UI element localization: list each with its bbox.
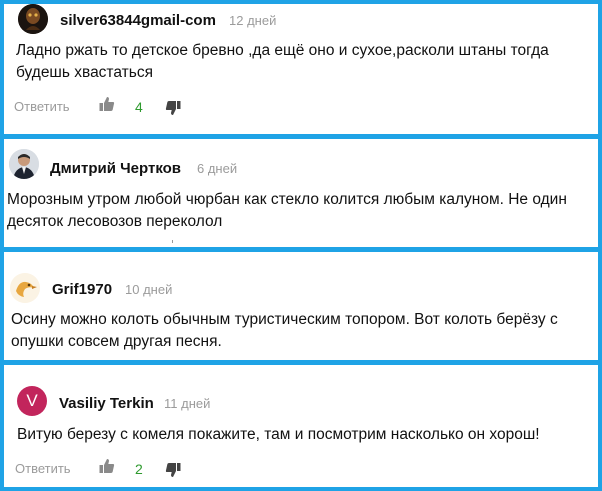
comment-text-line: Ладно ржать то детское бревно ,да ещё он…: [16, 42, 549, 59]
comment-author[interactable]: silver63844gmail-com: [60, 12, 216, 29]
comment-text-line: десяток лесовозов переколол: [7, 213, 223, 230]
comment-text-line: Осину можно колоть обычным туристическим…: [11, 311, 558, 328]
like-count: 2: [135, 461, 143, 477]
comment-author[interactable]: Grif1970: [52, 281, 112, 298]
comments-panel: silver63844gmail-com 12 дней Ладно ржать…: [4, 4, 598, 487]
comment-date: 6 дней: [197, 161, 238, 176]
comment-date: 11 дней: [164, 396, 211, 411]
author-avatar[interactable]: [18, 4, 48, 34]
comment-text-line: Морозным утром любой чюрбан как стекло к…: [7, 191, 567, 208]
comment-text-line: опушки совсем другая песня.: [11, 333, 222, 350]
reply-button[interactable]: Ответить: [15, 461, 71, 476]
thumbs-down-icon[interactable]: [165, 462, 181, 478]
comment-card: silver63844gmail-com 12 дней Ладно ржать…: [4, 4, 598, 134]
comment-author[interactable]: Vasiliy Terkin: [59, 395, 154, 412]
comment-date: 10 дней: [125, 282, 173, 297]
reply-button[interactable]: Ответить: [14, 99, 70, 114]
comment-text-line: будешь хвастаться: [16, 64, 153, 81]
comment-author[interactable]: Дмитрий Чертков: [50, 160, 181, 177]
comment-date: 12 дней: [229, 13, 277, 28]
author-avatar[interactable]: [10, 273, 40, 303]
avatar-letter: V: [26, 391, 38, 410]
thumbs-up-icon[interactable]: [99, 96, 115, 112]
like-count: 4: [135, 99, 143, 115]
comment-text-line: Витую березу с комеля покажите, там и по…: [17, 426, 540, 443]
cursor-mark: [172, 240, 173, 243]
thumbs-up-icon[interactable]: [99, 458, 115, 474]
comment-card: Дмитрий Чертков 6 дней Морозным утром лю…: [4, 139, 598, 247]
author-avatar[interactable]: [9, 149, 39, 179]
author-avatar[interactable]: V: [17, 386, 47, 416]
thumbs-down-icon[interactable]: [165, 100, 181, 116]
comment-card: V Vasiliy Terkin 11 дней Витую березу с …: [4, 365, 598, 487]
comment-card: Grif1970 10 дней Осину можно колоть обыч…: [4, 252, 598, 360]
